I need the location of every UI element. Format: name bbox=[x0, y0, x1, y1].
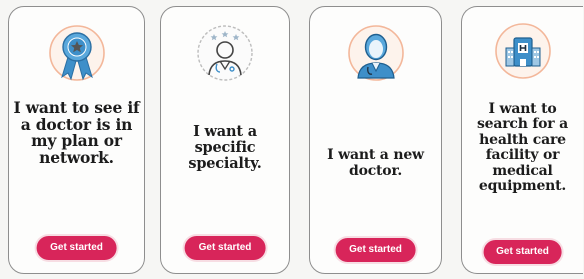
get-started-button[interactable]: Get started bbox=[36, 236, 117, 260]
hospital-facility-icon bbox=[493, 21, 553, 81]
option-cards-row: I want to see if a doctor is in my plan … bbox=[0, 0, 584, 279]
card-title: I want a specific specialty. bbox=[188, 123, 262, 172]
new-doctor-icon bbox=[346, 23, 406, 83]
award-ribbon-icon bbox=[47, 23, 107, 83]
get-started-button[interactable]: Get started bbox=[184, 236, 266, 260]
card-title: I want a new doctor. bbox=[327, 147, 424, 179]
card-health-care-facility: I want to search for a health care facil… bbox=[461, 6, 583, 274]
card-specific-specialty: I want a specific specialty. Get started bbox=[160, 6, 290, 274]
card-title: I want to see if a doctor is in my plan … bbox=[13, 98, 140, 167]
get-started-button[interactable]: Get started bbox=[335, 238, 416, 262]
get-started-button[interactable]: Get started bbox=[483, 240, 562, 264]
doctor-rating-icon bbox=[195, 23, 255, 83]
card-new-doctor: I want a new doctor. Get started bbox=[309, 6, 442, 274]
card-doctor-in-plan: I want to see if a doctor is in my plan … bbox=[8, 6, 145, 274]
card-title: I want to search for a health care facil… bbox=[476, 101, 569, 195]
